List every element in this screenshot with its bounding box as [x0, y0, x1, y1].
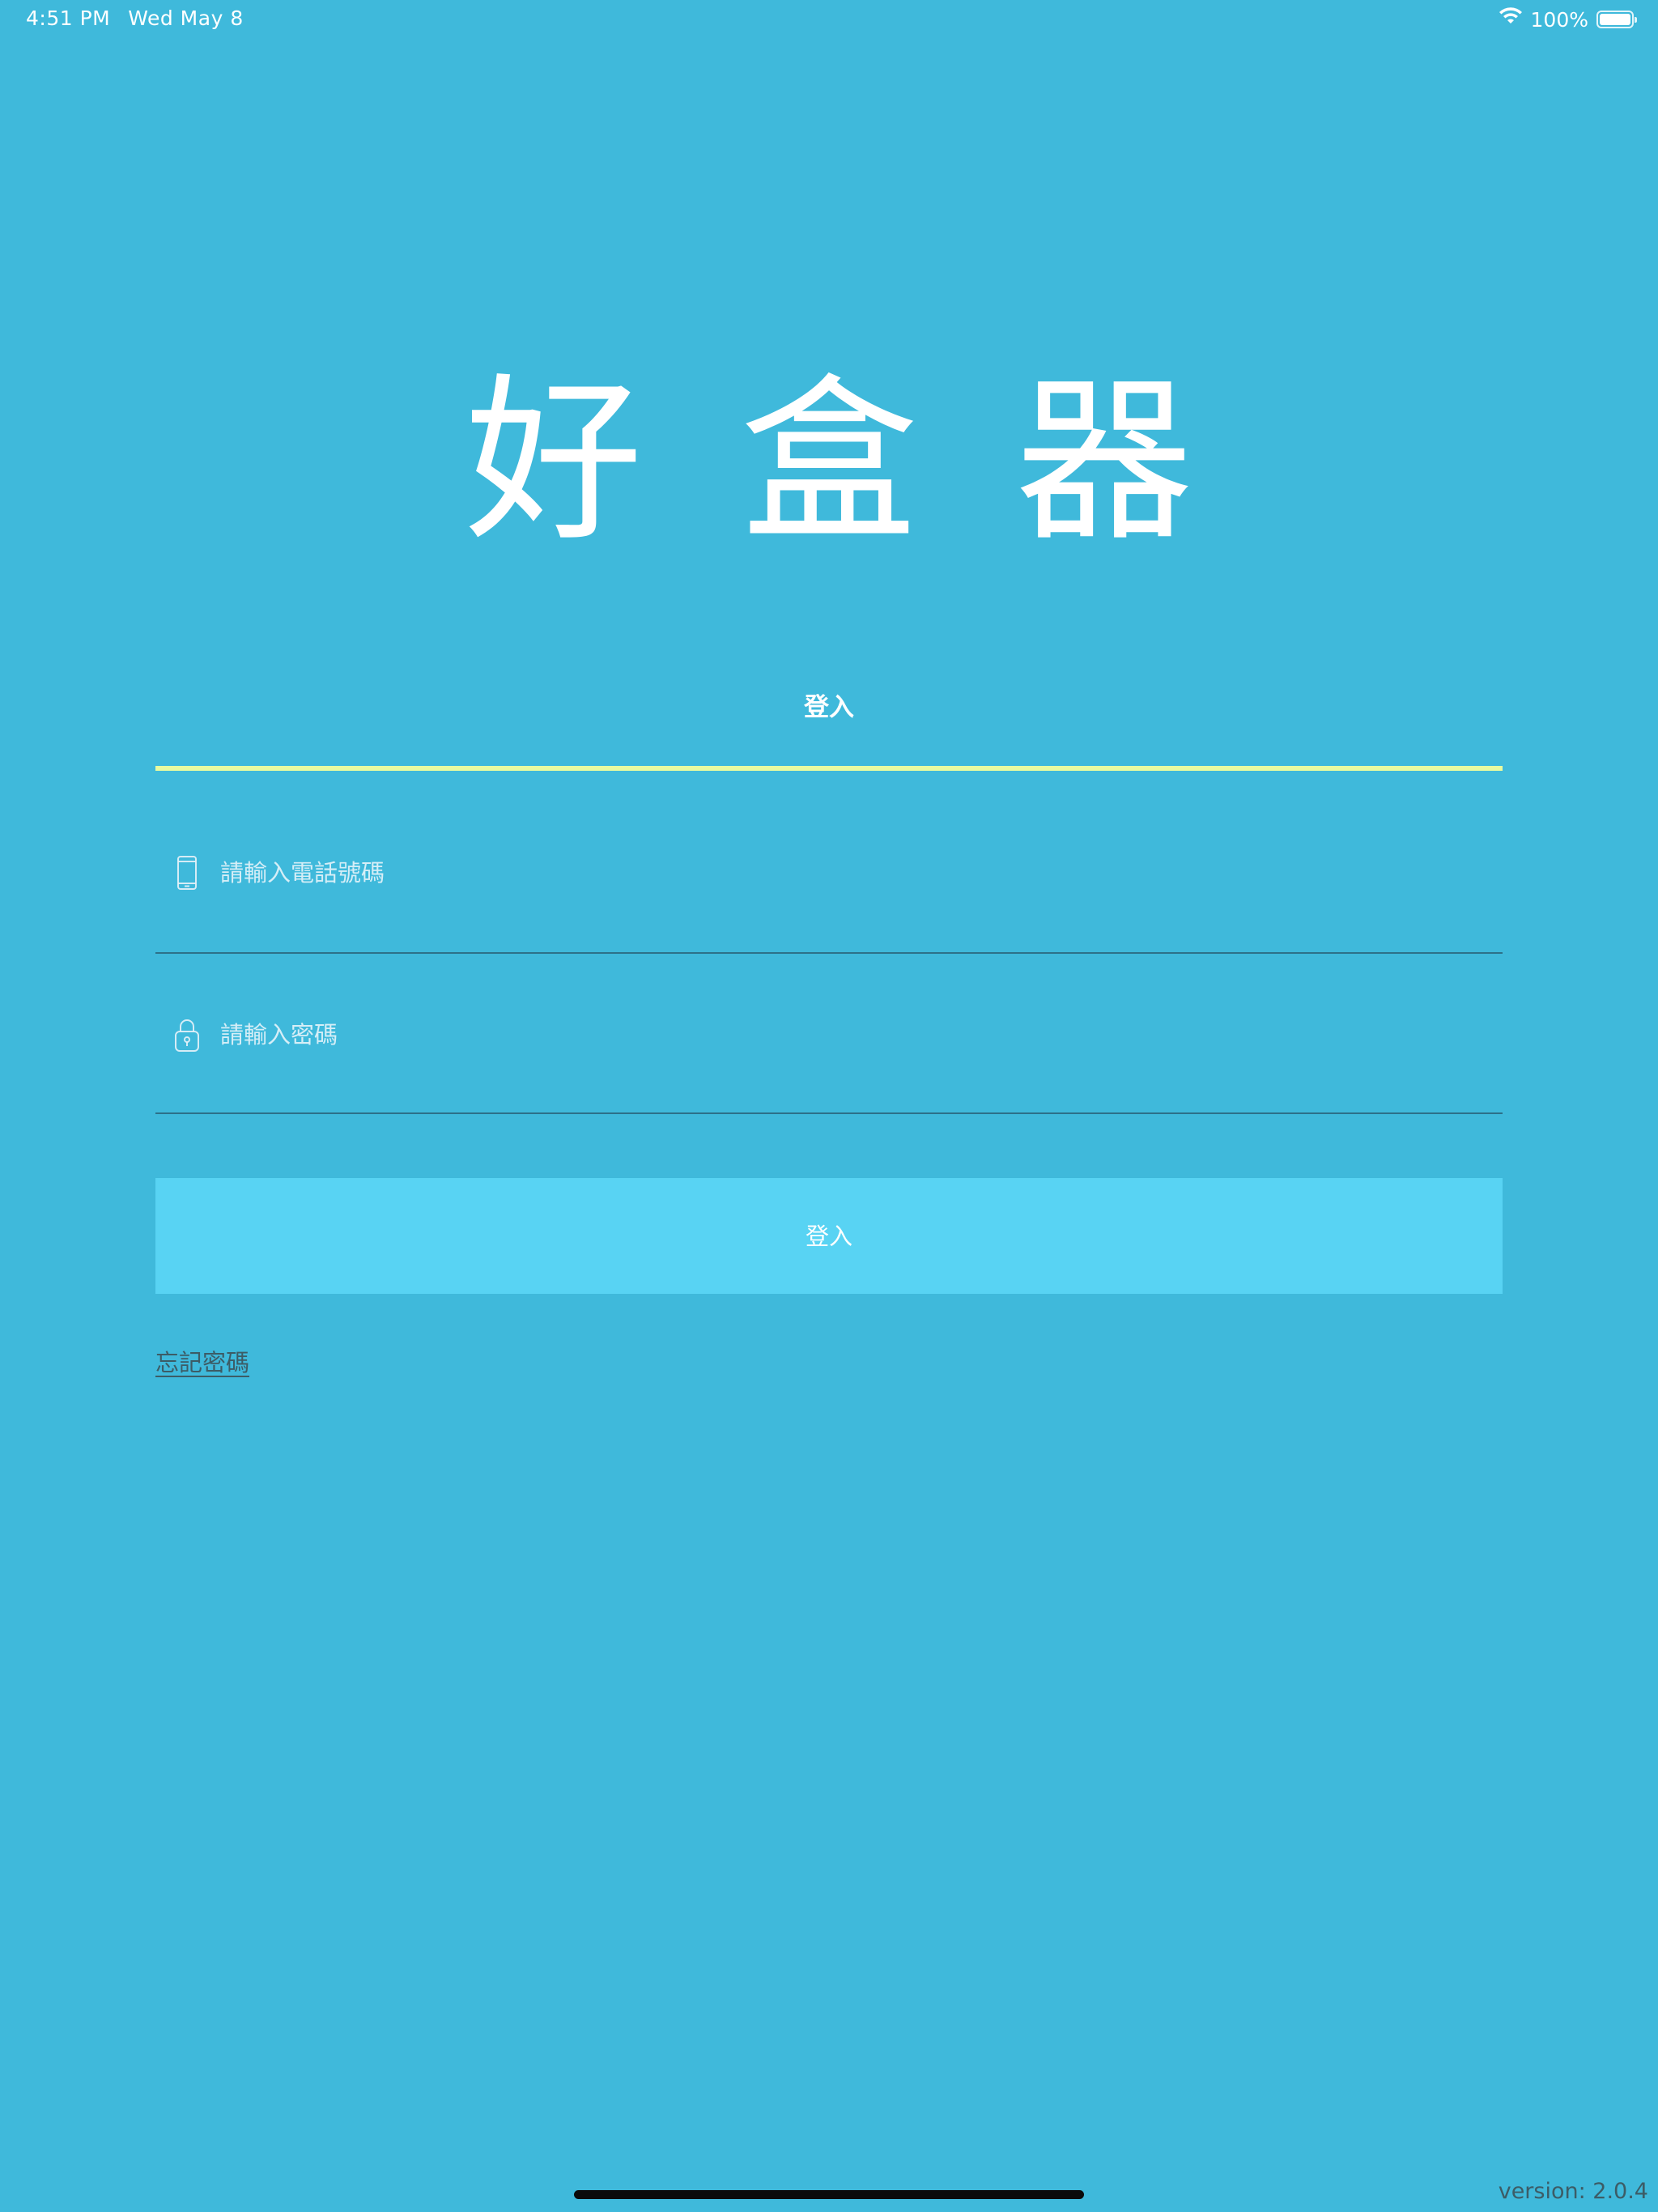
wifi-icon	[1499, 7, 1523, 32]
status-time: 4:51 PM	[26, 6, 111, 30]
status-bar: 4:51 PM Wed May 8 100%	[0, 0, 1658, 39]
app-logo: 好盒器	[464, 358, 1290, 565]
battery-percent: 100%	[1530, 7, 1588, 32]
status-left: 4:51 PM Wed May 8	[26, 6, 244, 30]
tab-indicator	[155, 766, 1503, 771]
tab-login-label: 登入	[804, 693, 854, 722]
forgot-password-link[interactable]: 忘記密碼	[155, 1344, 249, 1378]
phone-field	[155, 836, 1503, 954]
phone-input[interactable]	[220, 849, 1483, 897]
password-input[interactable]	[220, 1010, 1483, 1059]
status-right: 100%	[1499, 6, 1637, 32]
home-indicator[interactable]	[574, 2190, 1084, 2199]
battery-fill	[1600, 14, 1630, 25]
lock-icon	[173, 1017, 201, 1053]
password-field	[155, 998, 1503, 1114]
phone-icon	[173, 855, 201, 891]
version-label: version: 2.0.4	[1498, 2179, 1648, 2204]
login-button[interactable]: 登入	[155, 1178, 1503, 1294]
status-date: Wed May 8	[128, 6, 244, 30]
battery-icon	[1596, 11, 1637, 28]
tab-login[interactable]: 登入	[155, 672, 1503, 772]
